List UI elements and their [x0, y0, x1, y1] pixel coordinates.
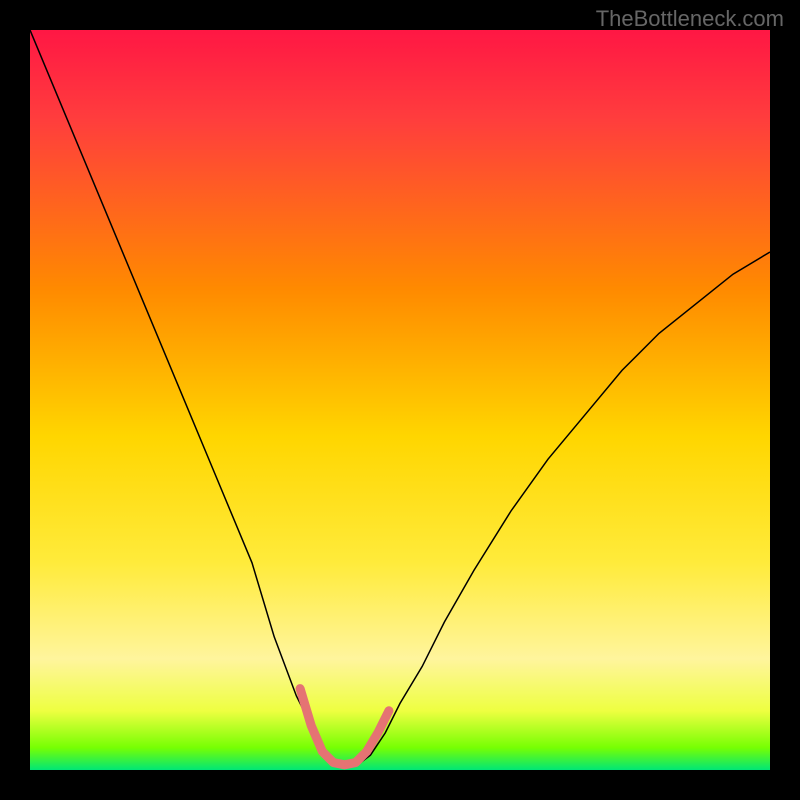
gradient-background [30, 30, 770, 770]
chart-container: TheBottleneck.com [0, 0, 800, 800]
bottleneck-chart [30, 30, 770, 770]
watermark-label: TheBottleneck.com [596, 6, 784, 32]
